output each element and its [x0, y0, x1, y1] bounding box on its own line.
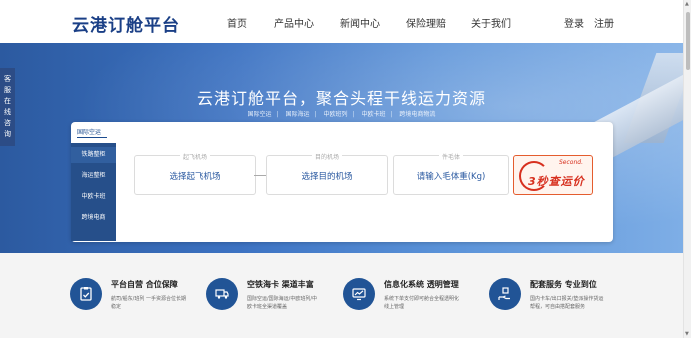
- feature-item: 平台自营 合位保障 航司/船东/班列 一手资源合位长期稳定: [70, 278, 220, 328]
- divider: |: [314, 111, 317, 118]
- active-tab-underline: [77, 137, 107, 138]
- customer-service-tab[interactable]: 客 服 在 线 咨 询: [0, 68, 15, 146]
- divider: |: [352, 111, 355, 118]
- site-logo[interactable]: 云港订舱平台: [72, 11, 180, 36]
- weight-field[interactable]: 件毛体 请输入毛体重(Kg): [393, 152, 509, 195]
- weight-placeholder: 请输入毛体重(Kg): [416, 172, 486, 182]
- feature-desc: 航司/船东/班列 一手资源合位长期稳定: [111, 296, 186, 310]
- nav-news[interactable]: 新闻中心: [340, 15, 380, 30]
- divider: |: [390, 111, 393, 118]
- origin-placeholder: 选择起飞机场: [169, 172, 221, 182]
- scroll-thumb[interactable]: [686, 12, 690, 70]
- features-strip: 平台自营 合位保障 航司/船东/班列 一手资源合位长期稳定 空铁海卡 渠道丰富 …: [0, 253, 683, 338]
- tab-air-freight[interactable]: 国际空运: [77, 127, 101, 136]
- hero-link-air[interactable]: 国际空运: [248, 111, 272, 118]
- sidebar-item-rail-fcl[interactable]: 铁路整柜: [71, 147, 116, 163]
- sidebar-item-sea-fcl[interactable]: 海运整柜: [71, 168, 116, 184]
- hero-link-sea[interactable]: 国际海运: [286, 111, 310, 118]
- feature-title: 平台自营 合位保障: [111, 280, 178, 289]
- cs-char: 客: [4, 75, 11, 83]
- service-type-sidebar: 铁路整柜 海运整柜 中欧卡班 跨境电商: [71, 143, 116, 241]
- feature-title: 空铁海卡 渠道丰富: [247, 280, 314, 289]
- feature-item: 信息化系统 透明管理 系统下单支付即可舱合全程透明化线上管理: [343, 278, 493, 328]
- page: 云港订舱平台 首页 产品中心 新闻中心 保险理赔 关于我们 登录 注册 云港订舱…: [0, 0, 691, 338]
- nav-about[interactable]: 关于我们: [471, 15, 511, 30]
- promo-small-text: Second.: [559, 159, 583, 166]
- login-link[interactable]: 登录: [564, 15, 584, 30]
- feature-title: 信息化系统 透明管理: [384, 280, 459, 289]
- scroll-up-arrow-icon[interactable]: ▲: [685, 1, 689, 7]
- cs-char: 咨: [4, 119, 11, 127]
- hand-box-icon: [489, 278, 521, 310]
- nav-home[interactable]: 首页: [227, 15, 247, 30]
- clipboard-check-icon: [70, 278, 102, 310]
- feature-item: 空铁海卡 渠道丰富 国际空运/国际海运/中欧班列/中欧卡班全渠道覆盖: [206, 278, 356, 328]
- quote-search-button[interactable]: Second. 3秒查运价: [513, 155, 593, 195]
- page-scrollbar[interactable]: ▲ ▼: [683, 0, 691, 338]
- destination-airport-field[interactable]: 目的机场 选择目的机场: [266, 152, 388, 195]
- truck-ship-icon: [206, 278, 238, 310]
- hero-link-rail[interactable]: 中欧班列: [323, 111, 347, 118]
- cs-char: 在: [4, 97, 11, 105]
- cs-char: 服: [4, 86, 11, 94]
- sidebar-item-ecommerce[interactable]: 跨境电商: [71, 210, 116, 226]
- nav-products[interactable]: 产品中心: [274, 15, 314, 30]
- destination-label: 目的机场: [267, 152, 387, 161]
- scroll-down-arrow-icon[interactable]: ▼: [685, 331, 689, 337]
- hero-link-ecommerce[interactable]: 跨境电商物流: [399, 111, 435, 118]
- feature-title: 配套服务 专业到位: [530, 280, 597, 289]
- divider: |: [276, 111, 279, 118]
- hero-link-truck[interactable]: 中欧卡班: [361, 111, 385, 118]
- destination-placeholder: 选择目的机场: [301, 172, 353, 182]
- register-link[interactable]: 注册: [594, 15, 614, 30]
- cs-char: 询: [4, 130, 11, 138]
- origin-label: 起飞机场: [135, 152, 255, 161]
- hero-title: 云港订舱平台，聚合头程干线运力资源: [196, 89, 486, 108]
- feature-item: 配套服务 专业到位 国内卡车/出口报关/垫派操作货运帮程，可自由搭配套服务: [489, 278, 639, 328]
- nav-insurance[interactable]: 保险理赔: [406, 15, 446, 30]
- top-header: 云港订舱平台 首页 产品中心 新闻中心 保险理赔 关于我们 登录 注册: [0, 0, 683, 43]
- feature-desc: 国际空运/国际海运/中欧班列/中欧卡班全渠道覆盖: [247, 296, 318, 310]
- promo-text: 3秒查运价: [528, 175, 585, 188]
- swap-arrow-icon[interactable]: [254, 172, 266, 176]
- cs-char: 线: [4, 108, 11, 116]
- sidebar-item-truck[interactable]: 中欧卡班: [71, 189, 116, 205]
- feature-desc: 国内卡车/出口报关/垫派操作货运帮程，可自由搭配套服务: [530, 296, 604, 310]
- monitor-chart-icon: [343, 278, 375, 310]
- feature-desc: 系统下单支付即可舱合全程透明化线上管理: [384, 296, 460, 310]
- weight-label: 件毛体: [394, 152, 508, 161]
- hero-service-links: 国际空运 | 国际海运 | 中欧班列 | 中欧卡班 | 跨境电商物流: [0, 109, 683, 118]
- origin-airport-field[interactable]: 起飞机场 选择起飞机场: [134, 152, 256, 195]
